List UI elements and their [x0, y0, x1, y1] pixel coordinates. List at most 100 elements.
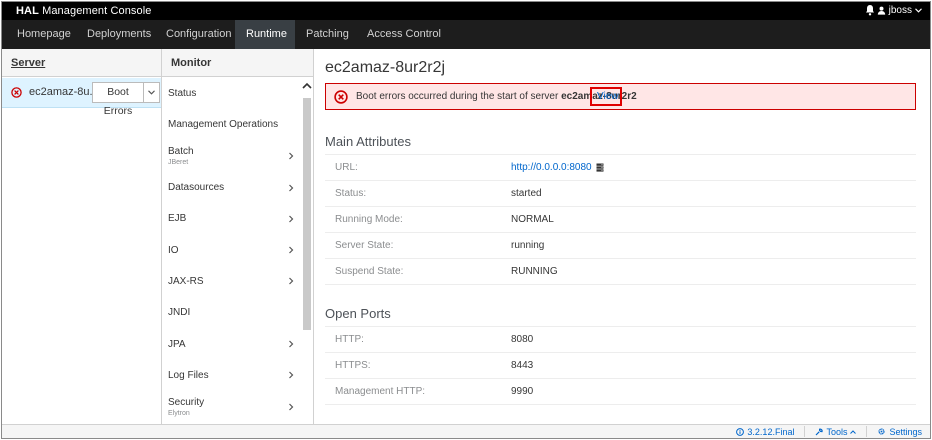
divider [325, 404, 916, 405]
port-value: 8080 [511, 334, 534, 345]
attribute-value: http://0.0.0.0:8080 [511, 162, 604, 173]
server-list-item[interactable]: ec2amaz-8u... Boot Errors [2, 78, 161, 117]
tab-access-control[interactable]: Access Control [356, 20, 452, 49]
port-key: HTTP: [335, 334, 364, 345]
chevron-right-icon [289, 371, 294, 379]
chevron-down-icon [915, 8, 922, 13]
server-column: Server ec2amaz-8u... Boot Errors [2, 49, 162, 438]
port-row: HTTP: 8080 [325, 326, 916, 352]
server-icon[interactable] [596, 163, 604, 172]
footer: 3.2.12.Final Tools Settings [2, 424, 930, 438]
user-menu[interactable]: jboss [877, 5, 922, 16]
user-icon [877, 6, 885, 15]
monitor-item-label: JNDI [168, 307, 191, 319]
tools-menu[interactable]: Tools [815, 426, 857, 437]
chevron-right-icon [289, 246, 294, 254]
main-attributes-title: Main Attributes [325, 134, 411, 149]
chevron-right-icon [289, 277, 294, 285]
alert-text: Boot errors occurred during the start of… [356, 91, 562, 102]
chevron-right-icon [289, 340, 294, 348]
chevron-down-icon[interactable] [144, 83, 159, 102]
port-key: HTTPS: [335, 360, 371, 371]
vertical-scrollbar[interactable] [301, 78, 313, 438]
tab-homepage[interactable]: Homepage [6, 20, 82, 49]
chevron-up-icon [850, 429, 857, 434]
port-key: Management HTTP: [335, 386, 426, 397]
app-window: HAL Management Console jboss Homepage De… [1, 1, 931, 439]
monitor-list-item[interactable]: JNDI [162, 297, 302, 328]
app-brand[interactable]: HAL Management Console [16, 5, 152, 17]
tab-runtime[interactable]: Runtime [235, 20, 295, 49]
monitor-item-sublabel: JBeret [168, 159, 189, 167]
monitor-list-item[interactable]: IO [162, 234, 302, 265]
chevron-right-icon [289, 184, 294, 191]
monitor-list-item[interactable]: Status [162, 78, 302, 109]
port-value: 8443 [511, 360, 534, 371]
scrollbar-thumb[interactable] [303, 98, 311, 330]
chevron-right-icon [289, 215, 294, 223]
attribute-value: NORMAL [511, 214, 554, 225]
scroll-up-icon[interactable] [302, 82, 312, 90]
user-name: jboss [888, 5, 912, 16]
tools-label: Tools [826, 426, 848, 437]
monitor-item-label: Batch [168, 146, 194, 158]
tab-deployments[interactable]: Deployments [76, 20, 162, 49]
port-value: 9990 [511, 386, 534, 397]
tab-patching[interactable]: Patching [295, 20, 360, 49]
monitor-list-item[interactable]: JAX-RS [162, 266, 302, 297]
server-column-header[interactable]: Server [2, 49, 161, 77]
monitor-item-label: Status [168, 88, 197, 100]
monitor-list-item[interactable]: Security Elytron [162, 391, 302, 422]
attribute-value: RUNNING [511, 266, 558, 277]
footer-links: 3.2.12.Final Tools Settings [736, 426, 922, 437]
monitor-list-item[interactable]: Log Files [162, 360, 302, 391]
monitor-item-label: JPA [168, 338, 186, 350]
boot-errors-label: Boot Errors [93, 83, 144, 117]
divider [325, 284, 916, 285]
monitor-item-label: IO [168, 244, 179, 256]
server-column-title: Server [11, 57, 46, 69]
attribute-row: Suspend State: RUNNING [325, 258, 916, 284]
settings-link[interactable]: Settings [877, 427, 922, 437]
view-link-highlight: View [590, 87, 622, 106]
tab-configuration[interactable]: Configuration [155, 20, 242, 49]
gear-icon [878, 428, 886, 435]
info-icon [736, 427, 745, 436]
main-nav: Homepage Deployments Configuration Runti… [2, 20, 930, 49]
version-label: 3.2.12.Final [747, 426, 795, 437]
monitor-item-label: Log Files [168, 369, 209, 381]
monitor-list-item[interactable]: Management Operations [162, 109, 302, 140]
monitor-item-label: Security [168, 396, 205, 408]
page-title: ec2amaz-8ur2r2j [325, 59, 446, 76]
divider [804, 426, 806, 437]
monitor-column-header: Monitor [162, 49, 313, 77]
url-link[interactable]: http://0.0.0.0:8080 [511, 162, 592, 173]
attribute-key: Running Mode: [335, 214, 403, 225]
view-link[interactable]: View [597, 91, 619, 102]
open-ports-title: Open Ports [325, 306, 391, 321]
attribute-key: Suspend State: [335, 266, 404, 277]
attribute-key: URL: [335, 162, 358, 173]
monitor-list: Status Management Operations Batch JBeret Da… [162, 78, 302, 438]
monitor-list-item[interactable]: Batch JBeret [162, 141, 302, 172]
attribute-value: started [511, 188, 542, 199]
monitor-item-sublabel: Elytron [168, 409, 190, 417]
monitor-list-item[interactable]: EJB [162, 203, 302, 234]
monitor-list-item[interactable]: JPA [162, 328, 302, 359]
settings-label: Settings [889, 426, 922, 437]
attribute-key: Status: [335, 188, 367, 199]
server-details: ec2amaz-8ur2r2j Boot errors occurred dur… [315, 49, 930, 424]
version-link[interactable]: 3.2.12.Final [736, 427, 794, 437]
monitor-list-item[interactable]: Datasources [162, 172, 302, 203]
monitor-item-label: Datasources [168, 182, 225, 194]
server-name: ec2amaz-8u... [29, 86, 99, 98]
chevron-right-icon [289, 152, 294, 160]
monitor-item-label: JAX-RS [168, 275, 204, 287]
monitor-item-label: EJB [168, 213, 187, 225]
brand-rest: Management Console [38, 5, 152, 17]
chevron-right-icon [289, 403, 294, 411]
wrench-icon [816, 428, 824, 435]
divider [866, 426, 868, 437]
attribute-row: URL: http://0.0.0.0:8080 [325, 154, 916, 180]
boot-errors-button[interactable]: Boot Errors [92, 82, 160, 117]
